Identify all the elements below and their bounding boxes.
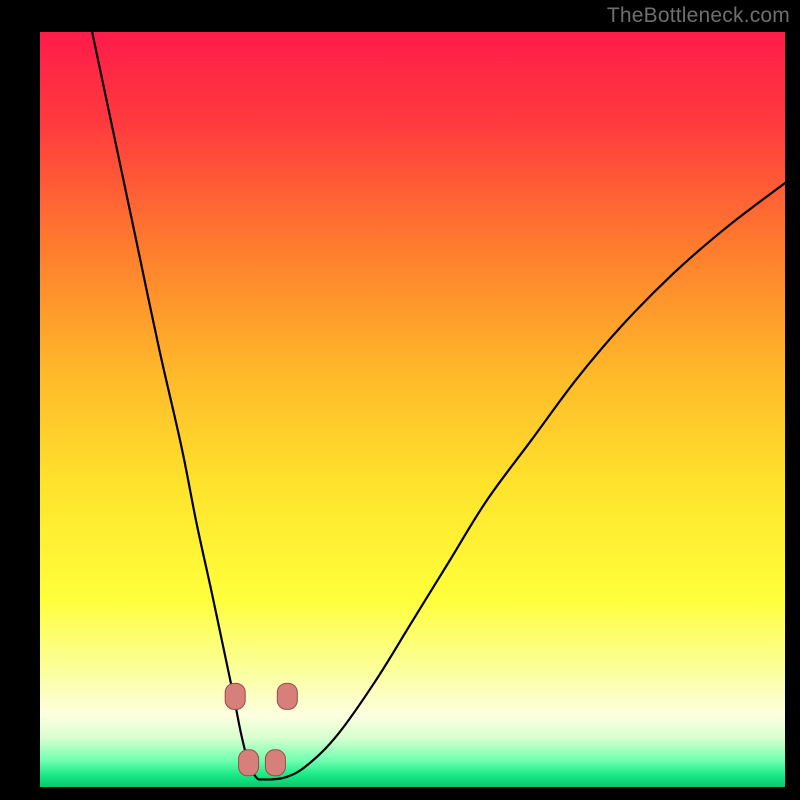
chart-frame: TheBottleneck.com bbox=[0, 0, 800, 800]
curve-marker bbox=[277, 683, 297, 709]
gradient-background bbox=[40, 32, 785, 787]
curve-marker bbox=[265, 750, 285, 776]
curve-marker bbox=[225, 683, 245, 709]
chart-svg bbox=[40, 32, 785, 787]
chart-plot-area bbox=[40, 32, 785, 787]
curve-marker bbox=[239, 750, 259, 776]
watermark-text: TheBottleneck.com bbox=[607, 4, 790, 28]
